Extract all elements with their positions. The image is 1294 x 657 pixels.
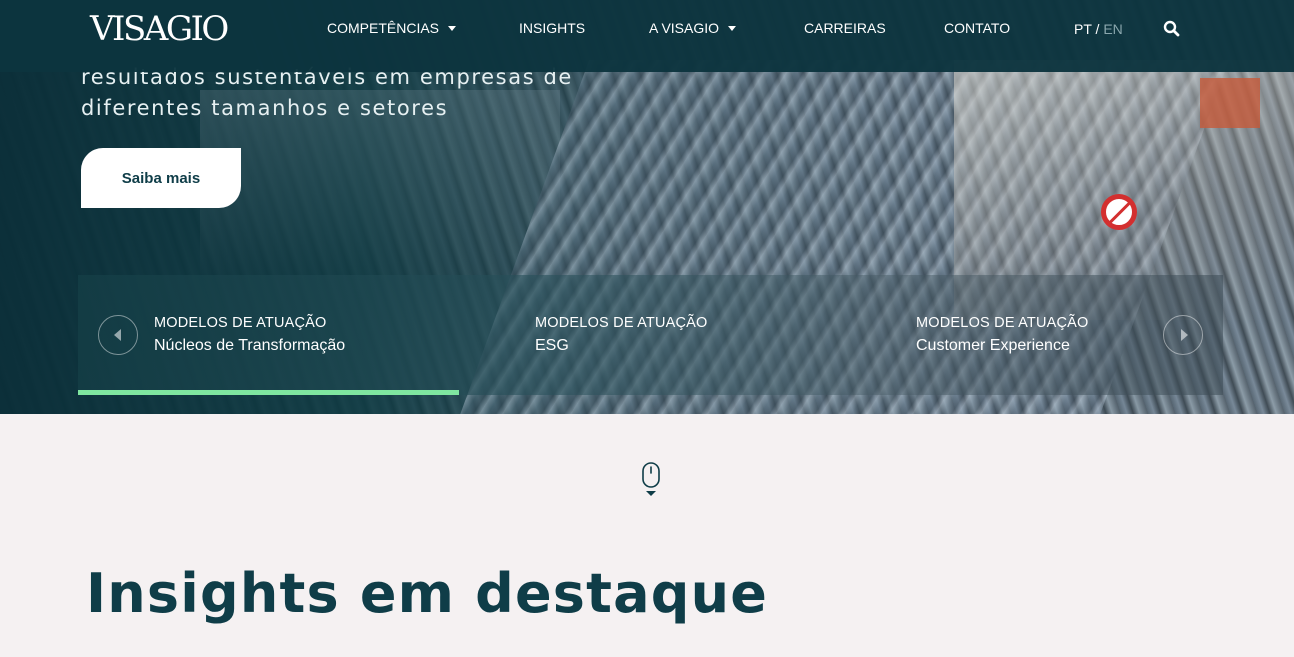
mouse-icon <box>642 462 660 496</box>
nav-item-a-visagio[interactable]: A VISAGIO <box>649 20 737 36</box>
carousel-slide-3[interactable]: MODELOS DE ATUAÇÃO Customer Experience <box>916 313 1089 357</box>
slide-kicker: MODELOS DE ATUAÇÃO <box>154 315 327 331</box>
scroll-mouse-icon[interactable] <box>641 462 661 498</box>
nav-item-label: INSIGHTS <box>519 20 586 36</box>
nav-item-carreiras[interactable]: CARREIRAS <box>804 20 886 36</box>
carousel-prev-button[interactable] <box>98 315 138 355</box>
top-navigation: VISAGIO COMPETÊNCIAS INSIGHTS A VISAGIO … <box>0 0 1294 72</box>
nav-item-label: CONTATO <box>944 20 1011 36</box>
nav-item-label: A VISAGIO <box>649 20 720 36</box>
chevron-left-icon <box>113 329 121 341</box>
search-button[interactable] <box>1162 19 1182 39</box>
nav-item-insights[interactable]: INSIGHTS <box>519 20 585 36</box>
visagio-logo[interactable]: VISAGIO <box>90 9 229 49</box>
carousel-next-button[interactable] <box>1163 315 1203 355</box>
nav-item-competencias[interactable]: COMPETÊNCIAS <box>327 20 457 36</box>
slide-kicker: MODELOS DE ATUAÇÃO <box>916 315 1089 331</box>
caret-down-icon <box>448 25 457 31</box>
insights-section-title: Insights em destaque <box>86 562 769 625</box>
carousel-progress-bar <box>78 390 460 395</box>
language-switcher: PT / EN <box>1074 21 1123 37</box>
slide-title: ESG <box>535 337 569 354</box>
lang-en-link[interactable]: EN <box>1103 21 1122 37</box>
carousel-slide-1[interactable]: MODELOS DE ATUAÇÃO Núcleos de Transforma… <box>154 313 345 357</box>
hero-red-train <box>1200 78 1260 128</box>
nav-item-label: CARREIRAS <box>804 20 886 36</box>
caret-down-icon <box>728 25 737 31</box>
chevron-right-icon <box>1180 329 1188 341</box>
slide-kicker: MODELOS DE ATUAÇÃO <box>535 315 708 331</box>
service-carousel: MODELOS DE ATUAÇÃO Núcleos de Transforma… <box>78 275 1223 395</box>
search-icon <box>1163 20 1180 37</box>
saiba-mais-button[interactable]: Saiba mais <box>81 148 241 208</box>
lang-separator: / <box>1095 21 1100 37</box>
no-smoking-sign-icon <box>1101 194 1137 230</box>
carousel-slide-2[interactable]: MODELOS DE ATUAÇÃO ESG <box>535 313 708 357</box>
nav-item-label: COMPETÊNCIAS <box>327 20 440 36</box>
hero-text-line2: diferentes tamanhos e setores <box>81 96 449 120</box>
slide-title: Customer Experience <box>916 337 1070 354</box>
slide-title: Núcleos de Transformação <box>154 337 346 354</box>
lang-pt-link[interactable]: PT <box>1074 21 1092 37</box>
nav-item-contato[interactable]: CONTATO <box>944 20 1010 36</box>
